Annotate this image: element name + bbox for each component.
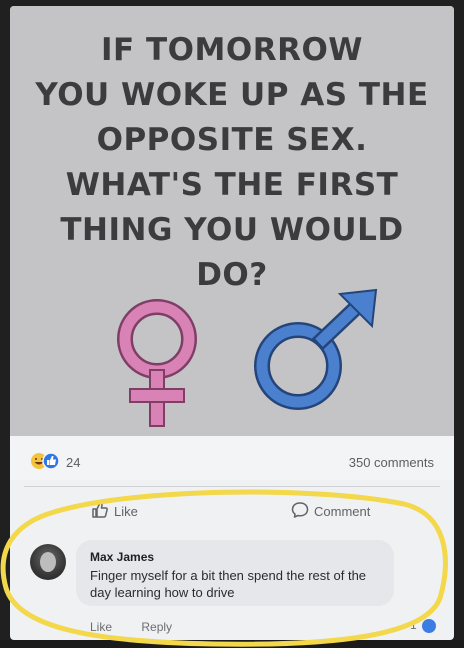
post-action-bar: Like Comment (10, 492, 454, 526)
comments-count[interactable]: 350 comments (349, 455, 434, 470)
reactions-summary: 24 350 comments (10, 436, 454, 480)
post-image: IF TOMORROW YOU WOKE UP AS THE OPPOSITE … (10, 6, 454, 436)
female-symbol-icon (117, 299, 197, 427)
headline-line: IF TOMORROW (101, 32, 363, 68)
comment-actions: Like Reply (90, 620, 198, 634)
comment-reply-button[interactable]: Reply (141, 620, 172, 634)
comment-author[interactable]: Max James (90, 550, 154, 564)
post-headline: IF TOMORROW YOU WOKE UP AS THE OPPOSITE … (30, 28, 434, 298)
divider (24, 486, 440, 487)
like-reaction-icon (42, 452, 60, 470)
comment-bubble: Max James Finger myself for a bit then s… (76, 540, 394, 606)
comment-text: Finger myself for a bit then spend the r… (90, 568, 367, 600)
comment-label: Comment (314, 504, 371, 519)
thumbs-up-icon (92, 502, 108, 518)
comment-like-button[interactable]: Like (90, 620, 112, 634)
gender-symbols (117, 288, 378, 427)
avatar[interactable] (30, 544, 66, 580)
facebook-post-card: IF TOMORROW YOU WOKE UP AS THE OPPOSITE … (10, 6, 454, 640)
speech-bubble-icon (291, 502, 309, 518)
headline-line: THING YOU WOULD (60, 212, 404, 248)
comment-reaction-number: 1 (409, 618, 417, 632)
comment-reaction-count[interactable]: 1 (410, 618, 436, 633)
reaction-dot-icon (422, 618, 436, 633)
screenshot-frame: IF TOMORROW YOU WOKE UP AS THE OPPOSITE … (0, 0, 464, 647)
reaction-count[interactable]: 24 (66, 455, 80, 470)
comment: Max James Finger myself for a bit then s… (10, 526, 454, 640)
reaction-icons[interactable] (30, 452, 70, 470)
headline-line: YOU WOKE UP AS THE (35, 77, 429, 113)
headline-line: OPPOSITE SEX. (96, 122, 368, 158)
avatar-face (40, 552, 56, 572)
like-label: Like (114, 504, 138, 519)
headline-line: WHAT'S THE FIRST (65, 167, 399, 203)
male-symbol-icon (254, 288, 378, 410)
